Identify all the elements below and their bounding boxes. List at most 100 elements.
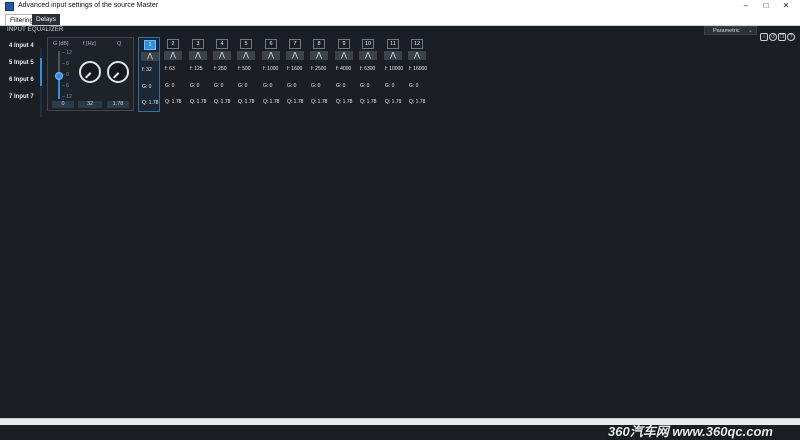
eq-band-12[interactable]: 12 ⋀ f: 16000 G: 0 Q: 1.78 xyxy=(406,37,428,112)
eq-band-7[interactable]: 7 ⋀ f: 1600 G: 0 Q: 1.78 xyxy=(284,37,306,112)
band-number-button[interactable]: 6 xyxy=(265,39,277,49)
band-frequency[interactable]: f: 250 xyxy=(214,66,227,72)
app-icon xyxy=(5,2,14,11)
band-gain[interactable]: G: 0 xyxy=(409,83,418,89)
band-q[interactable]: Q: 1.78 xyxy=(238,99,254,105)
eq-band-2[interactable]: 2 ⋀ f: 63 G: 0 Q: 1.78 xyxy=(162,37,184,112)
band-number-button[interactable]: 2 xyxy=(167,39,179,49)
input-item[interactable]: 4 Input 4 xyxy=(9,43,34,60)
band-gain[interactable]: G: 0 xyxy=(190,83,199,89)
band-frequency[interactable]: f: 63 xyxy=(165,66,175,72)
eq-band-9[interactable]: 9 ⋀ f: 4000 G: 0 Q: 1.78 xyxy=(333,37,355,112)
knob-pointer xyxy=(85,72,92,79)
frequency-label: f [Hz] xyxy=(83,41,96,47)
eq-band-6[interactable]: 6 ⋀ f: 1000 G: 0 Q: 1.78 xyxy=(260,37,282,112)
mode-select[interactable]: Parametric ⌄ xyxy=(704,26,757,35)
frequency-value-field[interactable]: 32 xyxy=(78,101,102,108)
band-frequency[interactable]: f: 16000 xyxy=(409,66,427,72)
input-list: 4 Input 4 5 Input 5 6 Input 6 7 Input 7 xyxy=(9,43,34,111)
band-q[interactable]: Q: 1.78 xyxy=(142,100,158,106)
band-gain[interactable]: G: 0 xyxy=(311,83,320,89)
band-q[interactable]: Q: 1.78 xyxy=(360,99,376,105)
peak-filter-icon[interactable]: ⋀ xyxy=(359,51,377,60)
peak-filter-icon[interactable]: ⋀ xyxy=(189,51,207,60)
gain-scale: – 12 – 6 – 0 – 6 – 12 xyxy=(62,48,72,103)
reset-icon[interactable]: ↺ xyxy=(769,33,777,41)
peak-filter-icon[interactable]: ⋀ xyxy=(335,51,353,60)
band-number-button[interactable]: 8 xyxy=(313,39,325,49)
band-frequency[interactable]: f: 2500 xyxy=(311,66,326,72)
band-number-button[interactable]: 9 xyxy=(338,39,350,49)
band-number-button[interactable]: 1 xyxy=(144,40,156,50)
band-number-button[interactable]: 10 xyxy=(362,39,374,49)
peak-filter-icon[interactable]: ⋀ xyxy=(213,51,231,60)
eq-band-4[interactable]: 4 ⋀ f: 250 G: 0 Q: 1.78 xyxy=(211,37,233,112)
band-gain[interactable]: G: 0 xyxy=(360,83,369,89)
peak-filter-icon[interactable]: ⋀ xyxy=(384,51,402,60)
peak-filter-icon[interactable]: ⋀ xyxy=(286,51,304,60)
eq-band-3[interactable]: 3 ⋀ f: 125 G: 0 Q: 1.78 xyxy=(187,37,209,112)
band-q[interactable]: Q: 1.78 xyxy=(263,99,279,105)
link-icon[interactable]: ∩ xyxy=(760,33,768,41)
eq-band-8[interactable]: 8 ⋀ f: 2500 G: 0 Q: 1.78 xyxy=(308,37,330,112)
band-frequency[interactable]: f: 500 xyxy=(238,66,251,72)
q-value-field[interactable]: 1.78 xyxy=(107,101,129,108)
band-q[interactable]: Q: 1.78 xyxy=(214,99,230,105)
gain-value-field[interactable]: 0 xyxy=(52,101,74,108)
minimize-icon[interactable]: – xyxy=(736,1,756,10)
band-q[interactable]: Q: 1.78 xyxy=(287,99,303,105)
close-icon[interactable]: ✕ xyxy=(776,1,796,10)
band-number-button[interactable]: 11 xyxy=(387,39,399,49)
band-gain[interactable]: G: 0 xyxy=(263,83,272,89)
window-controls: – □ ✕ xyxy=(736,1,796,10)
input-item[interactable]: 5 Input 5 xyxy=(9,60,34,77)
band-gain[interactable]: G: 0 xyxy=(165,83,174,89)
band-number-button[interactable]: 7 xyxy=(289,39,301,49)
band-frequency[interactable]: f: 6300 xyxy=(360,66,375,72)
band-number-button[interactable]: 12 xyxy=(411,39,423,49)
peak-filter-icon[interactable]: ⋀ xyxy=(141,52,159,61)
band-frequency[interactable]: f: 1000 xyxy=(263,66,278,72)
band-frequency[interactable]: f: 10000 xyxy=(385,66,403,72)
peak-filter-icon[interactable]: ⋀ xyxy=(408,51,426,60)
band-q[interactable]: Q: 1.78 xyxy=(336,99,352,105)
band-gain[interactable]: G: 0 xyxy=(214,83,223,89)
band-gain[interactable]: G: 0 xyxy=(336,83,345,89)
band-gain[interactable]: G: 0 xyxy=(385,83,394,89)
eq-band-10[interactable]: 10 ⋀ f: 6300 G: 0 Q: 1.78 xyxy=(357,37,379,112)
help-icon[interactable]: ? xyxy=(787,33,795,41)
band-frequency[interactable]: f: 1600 xyxy=(287,66,302,72)
band-q[interactable]: Q: 1.79 xyxy=(385,99,401,105)
input-scroll-indicator xyxy=(40,48,42,117)
chevron-down-icon: ⌄ xyxy=(747,28,753,34)
peak-filter-icon[interactable]: ⋀ xyxy=(310,51,328,60)
frequency-knob[interactable] xyxy=(79,61,101,83)
band-q[interactable]: Q: 1.78 xyxy=(409,99,425,105)
eq-band-1[interactable]: 1 ⋀ f: 32 G: 0 Q: 1.78 xyxy=(138,37,160,112)
input-item[interactable]: 6 Input 6 xyxy=(9,77,34,94)
gain-label: G [dB] xyxy=(53,41,69,47)
eq-band-5[interactable]: 5 ⋀ f: 500 G: 0 Q: 1.78 xyxy=(235,37,257,112)
eq-band-11[interactable]: 11 ⋀ f: 10000 G: 0 Q: 1.79 xyxy=(382,37,404,112)
q-knob[interactable] xyxy=(107,61,129,83)
band-gain[interactable]: G: 0 xyxy=(238,83,247,89)
band-gain[interactable]: G: 0 xyxy=(287,83,296,89)
band-q[interactable]: Q: 1.78 xyxy=(190,99,206,105)
copy-icon[interactable]: ❐ xyxy=(778,33,786,41)
peak-filter-icon[interactable]: ⋀ xyxy=(164,51,182,60)
band-q[interactable]: Q: 1.78 xyxy=(311,99,327,105)
tab-delays[interactable]: Delays xyxy=(32,14,60,25)
band-q[interactable]: Q: 1.78 xyxy=(165,99,181,105)
maximize-icon[interactable]: □ xyxy=(756,1,776,10)
band-frequency[interactable]: f: 125 xyxy=(190,66,203,72)
peak-filter-icon[interactable]: ⋀ xyxy=(262,51,280,60)
peak-filter-icon[interactable]: ⋀ xyxy=(237,51,255,60)
band-number-button[interactable]: 4 xyxy=(216,39,228,49)
band-gain[interactable]: G: 0 xyxy=(142,84,151,90)
window-title: Advanced input settings of the source Ma… xyxy=(18,2,159,9)
band-frequency[interactable]: f: 4000 xyxy=(336,66,351,72)
band-number-button[interactable]: 5 xyxy=(240,39,252,49)
input-item[interactable]: 7 Input 7 xyxy=(9,94,34,111)
band-number-button[interactable]: 3 xyxy=(192,39,204,49)
band-frequency[interactable]: f: 32 xyxy=(142,67,152,73)
